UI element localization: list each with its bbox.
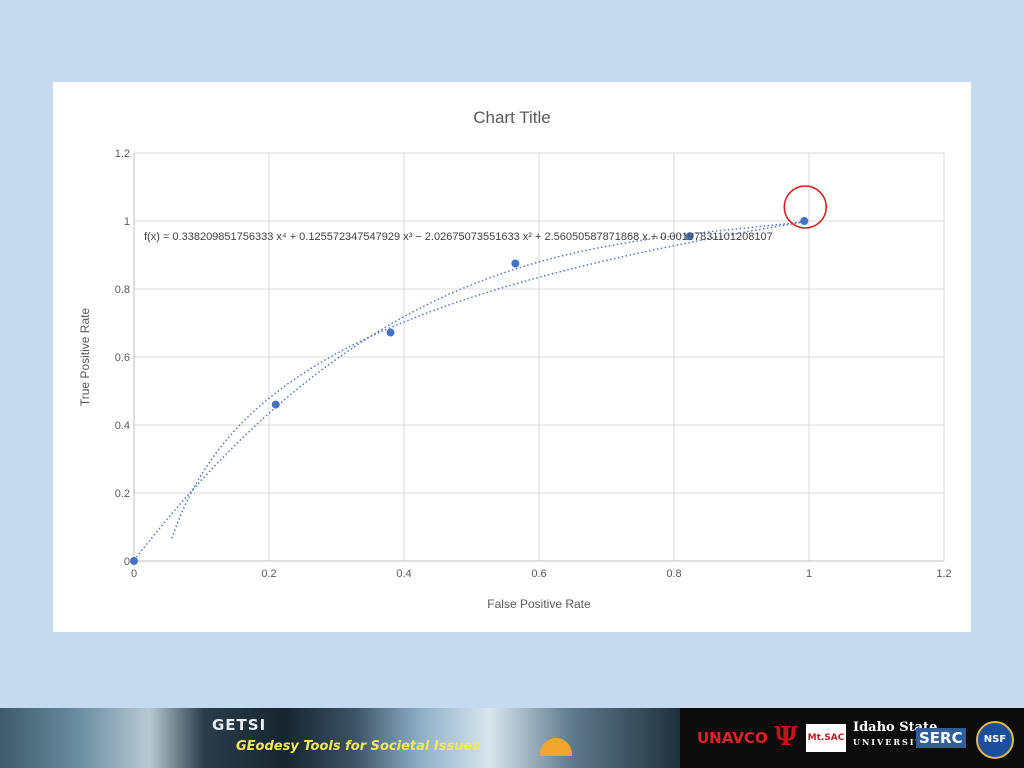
data-point (271, 400, 280, 409)
logarithmic-trendline (171, 221, 803, 539)
data-point (800, 217, 809, 225)
y-tick-label: 0 (124, 556, 130, 568)
y-tick-label: 0.6 (115, 352, 130, 364)
mtsac-logo: Mt.SAC (806, 724, 846, 752)
x-tick-label: 0 (131, 568, 137, 580)
x-tick-label: 0.8 (666, 568, 681, 580)
data-point (386, 328, 395, 337)
x-tick-label: 1 (806, 568, 812, 580)
iu-logo: Ψ (774, 722, 798, 752)
y-tick-label: 0.8 (115, 284, 130, 296)
chart-card: 0 0.2 0.4 0.6 0.8 1 1.2 0 0.2 0.4 0.6 0.8 1 1.2 Chart … (53, 82, 971, 632)
footer-photo-collage (0, 708, 680, 768)
footer-banner: GETSI GEodesy Tools for Societal Issues … (0, 708, 1024, 768)
y-axis-title: True Positive Rate (78, 308, 92, 407)
x-tick-label: 1.2 (936, 568, 951, 580)
y-tick-label: 0.2 (115, 488, 130, 500)
data-point (130, 557, 138, 565)
y-tick-label: 1 (124, 216, 130, 228)
roc-scatter-chart: 0 0.2 0.4 0.6 0.8 1 1.2 0 0.2 0.4 0.6 0.8 1 1.2 Chart … (78, 108, 952, 611)
x-tick-label: 0.2 (261, 568, 276, 580)
getsi-tagline: GEodesy Tools for Societal Issues (236, 739, 481, 754)
nsf-logo: NSF (976, 721, 1014, 759)
chart-title: Chart Title (473, 108, 550, 127)
y-tick-label: 1.2 (115, 148, 130, 160)
getsi-logo: GETSI (212, 716, 267, 734)
polynomial-trendline (133, 221, 805, 561)
x-tick-label: 0.4 (396, 568, 411, 580)
x-tick-label: 0.6 (531, 568, 546, 580)
y-tick-label: 0.4 (115, 420, 130, 432)
trendline-equation: f(x) = 0.338209851756333 x⁴ + 0.12557234… (144, 231, 773, 243)
unavco-logo: UNAVCO (697, 729, 768, 747)
x-axis-title: False Positive Rate (487, 597, 591, 611)
data-point (511, 259, 520, 268)
serc-logo: SERC (916, 728, 966, 748)
